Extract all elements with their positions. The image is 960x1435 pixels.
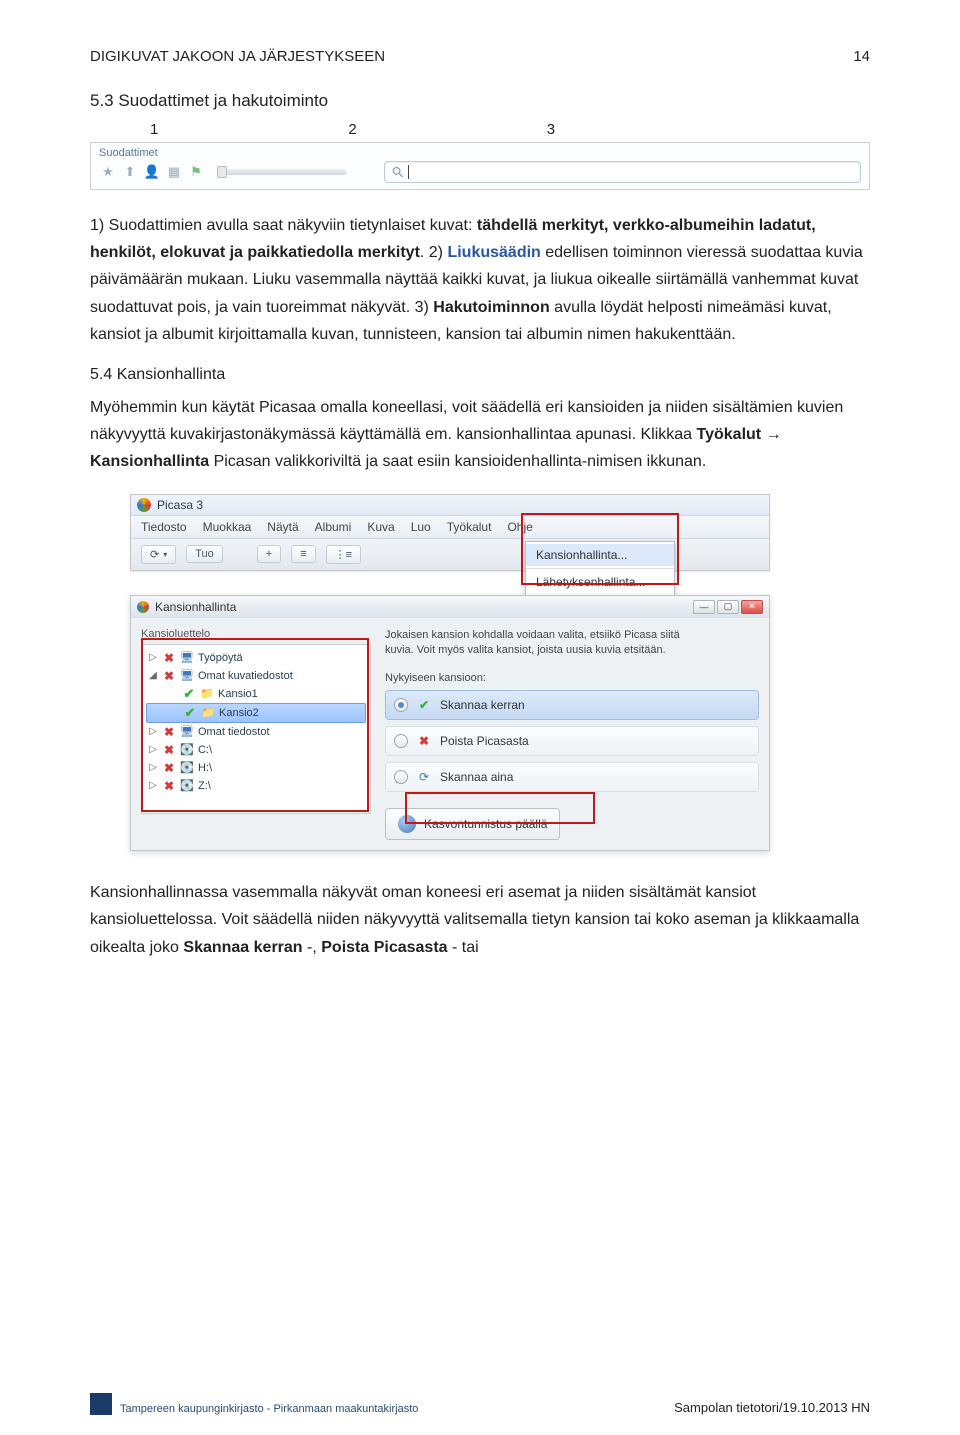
folder-manager-description: Jokaisen kansion kohdalla voidaan valita…: [385, 628, 705, 659]
bp-d: Poista Picasasta: [321, 939, 447, 956]
bp-e: - tai: [448, 939, 479, 956]
labels-123: 1 2 3: [90, 121, 870, 138]
option-scan-always[interactable]: ⟳ Skannaa aina: [385, 762, 759, 792]
footer-logo: Tampereen kaupunginkirjasto - Pirkanmaan…: [90, 1393, 418, 1415]
person-filter-icon[interactable]: 👤: [143, 163, 161, 181]
menu-muokkaa[interactable]: Muokkaa: [203, 520, 252, 534]
p-53-a: 1) Suodattimien avulla saat näkyviin tie…: [90, 217, 477, 234]
bp-c: -,: [303, 939, 322, 956]
menu-kuva[interactable]: Kuva: [367, 520, 394, 534]
p-53-f: Hakutoiminnon: [433, 299, 549, 316]
folder-manager-title: Kansionhallinta: [155, 600, 236, 614]
p-54-c: Kansionhallinta: [90, 453, 209, 470]
section-5-4-paragraph: Myöhemmin kun käytät Picasaa omalla kone…: [90, 394, 870, 476]
star-filter-icon[interactable]: ★: [99, 163, 117, 181]
upload-filter-icon[interactable]: ⬆: [121, 163, 139, 181]
current-folder-label: Nykyiseen kansioon:: [385, 672, 759, 684]
toolbar-small-2[interactable]: ≡: [291, 545, 315, 563]
p-54-b: Työkalut: [697, 426, 762, 443]
p-53-d: Liukusäädin: [447, 244, 540, 261]
picasa-logo-icon: [137, 498, 151, 512]
page-number: 14: [853, 48, 870, 65]
annotation-red-box-face: [405, 792, 595, 824]
option-scan-once-label: Skannaa kerran: [440, 698, 525, 712]
radio-scan-always[interactable]: [394, 770, 408, 784]
check-icon: ✔: [416, 697, 432, 713]
menu-tyokalut[interactable]: Työkalut: [447, 520, 492, 534]
option-scan-once[interactable]: ✔ Skannaa kerran: [385, 690, 759, 720]
geo-filter-icon[interactable]: ⚑: [187, 163, 205, 181]
window-close-button[interactable]: ✕: [741, 600, 763, 614]
filters-group-label: Suodattimet: [97, 147, 869, 159]
doc-header-title: DIGIKUVAT JAKOON JA JÄRJESTYKSEEN: [90, 48, 385, 65]
menu-tiedosto[interactable]: Tiedosto: [141, 520, 187, 534]
search-input-wrap[interactable]: [384, 161, 861, 183]
section-5-3-paragraph: 1) Suodattimien avulla saat näkyviin tie…: [90, 212, 870, 348]
window-minimize-button[interactable]: —: [693, 600, 715, 614]
filters-toolbar: Suodattimet ★ ⬆ 👤 ▦ ⚑: [90, 142, 870, 190]
video-filter-icon[interactable]: ▦: [165, 163, 183, 181]
date-slider[interactable]: [217, 169, 347, 175]
label-2: 2: [348, 121, 356, 138]
bp-b: Skannaa kerran: [183, 939, 302, 956]
option-scan-always-label: Skannaa aina: [440, 770, 513, 784]
picasa-menubar: Picasa 3 Tiedosto Muokkaa Näytä Albumi K…: [130, 494, 770, 571]
option-remove[interactable]: ✖ Poista Picasasta: [385, 726, 759, 756]
search-input[interactable]: [409, 164, 854, 180]
toolbar-small-1[interactable]: +: [257, 545, 281, 563]
label-3: 3: [547, 121, 555, 138]
arrow-right-icon: →: [761, 426, 781, 443]
folder-manager-window: Kansionhallinta — ▢ ✕ Kansioluettelo ▷✖🖥…: [130, 595, 770, 852]
radio-scan-once[interactable]: [394, 698, 408, 712]
section-5-4-heading: 5.4 Kansionhallinta: [90, 366, 870, 384]
menu-nayta[interactable]: Näytä: [267, 520, 298, 534]
menu-albumi[interactable]: Albumi: [315, 520, 352, 534]
p-53-c: . 2): [420, 244, 448, 261]
bottom-paragraph: Kansionhallinnassa vasemmalla näkyvät om…: [90, 879, 870, 961]
option-remove-label: Poista Picasasta: [440, 734, 529, 748]
search-icon: [391, 165, 404, 179]
footer-logo-icon: [90, 1393, 112, 1415]
radio-remove[interactable]: [394, 734, 408, 748]
window-maximize-button[interactable]: ▢: [717, 600, 739, 614]
section-5-3-heading: 5.3 Suodattimet ja hakutoiminto: [90, 91, 870, 111]
menu-luo[interactable]: Luo: [411, 520, 431, 534]
folder-manager-icon: [137, 601, 149, 613]
toolbar-import-button[interactable]: Tuo: [186, 545, 223, 563]
annotation-red-box-menu: [521, 513, 679, 585]
date-slider-thumb[interactable]: [217, 166, 227, 178]
x-icon: ✖: [416, 733, 432, 749]
footer-org: Tampereen kaupunginkirjasto - Pirkanmaan…: [120, 1403, 418, 1415]
footer-right: Sampolan tietotori/19.10.2013 HN: [674, 1400, 870, 1415]
label-1: 1: [150, 121, 158, 138]
picasa-app-title: Picasa 3: [157, 498, 203, 512]
toolbar-refresh-button[interactable]: ⟳▾: [141, 545, 176, 564]
annotation-red-box-tree: [141, 638, 369, 812]
refresh-icon: ⟳: [416, 769, 432, 785]
toolbar-small-3[interactable]: ⋮≡: [326, 545, 361, 564]
p-54-d: Picasan valikkoriviltä ja saat esiin kan…: [209, 453, 706, 470]
